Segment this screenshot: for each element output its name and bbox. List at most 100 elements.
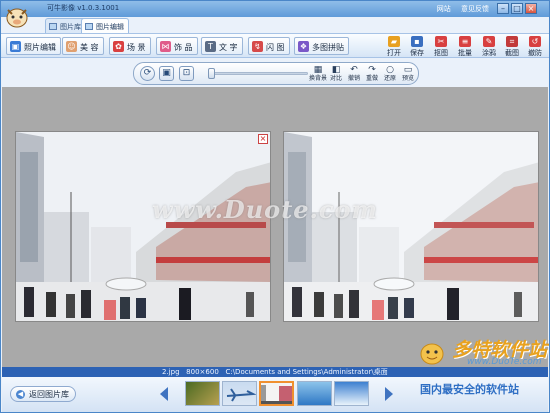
monitor-icon: ▣ <box>162 68 171 78</box>
photo-edit-label: 照片编辑 <box>24 43 56 52</box>
redo-icon: ↷ <box>368 65 376 75</box>
restore-icon: ○ <box>386 65 394 75</box>
image-canvas: × www.Duote.com 多特软件站 www.DuoTe.com <box>2 87 548 367</box>
cutout-icon: ✂ <box>435 36 447 47</box>
text-label: 文 字 <box>219 43 238 52</box>
tab-photo-edit-label: 图片编辑 <box>96 23 124 31</box>
flash-button[interactable]: ↯ 闪 图 <box>248 37 290 55</box>
open-label: 打开 <box>387 49 401 57</box>
back-to-gallery-button[interactable]: ◀ 返回图片库 <box>10 386 76 402</box>
thumbnail-bar: ◀ 返回图片库 国内最安全的软件站 <box>2 377 548 412</box>
app-window: 可牛影像 v1.0.3.1001 网站 意见反馈 – □ × 图片库 图片编辑 … <box>0 0 550 413</box>
thumb-blue-banner[interactable] <box>334 381 369 406</box>
text-button[interactable]: T 文 字 <box>201 37 243 55</box>
accessory-button[interactable]: ⋈ 饰 品 <box>156 37 198 55</box>
thumb-blue-wave[interactable] <box>297 381 332 406</box>
thumb-airplane[interactable] <box>222 381 257 406</box>
change-background-icon: ▦ <box>313 65 323 75</box>
edited-street-photo <box>284 132 538 321</box>
brand-logo: 多特软件站 www.DuoTe.com <box>417 335 547 367</box>
doodle-icon: ✎ <box>483 36 495 47</box>
maximize-button[interactable]: □ <box>511 3 523 14</box>
scene-label: 场 景 <box>127 43 146 52</box>
fit-screen-button[interactable]: ▣ <box>159 66 174 81</box>
mascot-icon <box>420 343 444 365</box>
flash-label: 闪 图 <box>266 43 285 52</box>
preview-icon: ▭ <box>403 65 413 75</box>
website-link[interactable]: 网站 <box>437 5 451 13</box>
airplane-icon <box>226 388 256 402</box>
accessory-label: 饰 品 <box>174 43 193 52</box>
photo-edit-button[interactable]: ▣ 照片编辑 <box>6 37 61 55</box>
back-to-gallery-label: 返回图片库 <box>29 390 69 399</box>
street-thumb-image <box>261 385 292 404</box>
title-bar: 可牛影像 v1.0.3.1001 网站 意见反馈 – □ × <box>1 1 549 17</box>
undo-all-icon: ↺ <box>529 36 541 47</box>
photo-edit-icon: ▣ <box>10 41 21 52</box>
app-logo-icon <box>6 8 28 28</box>
gallery-icon <box>49 23 57 30</box>
save-label: 保存 <box>410 49 424 57</box>
tab-gallery[interactable]: 图片库 <box>45 18 86 34</box>
change-background-label: 换背景 <box>309 75 328 82</box>
open-icon: ▰ <box>388 36 400 47</box>
doodle-label: 涂鸦 <box>482 49 496 57</box>
thumb-street[interactable] <box>259 381 294 406</box>
minimize-button[interactable]: – <box>497 3 509 14</box>
thumb-green-field[interactable] <box>185 381 220 406</box>
status-bar: 2.jpg 800×600 C:\Documents and Settings\… <box>2 367 548 377</box>
actual-size-button[interactable]: ⊡ <box>179 66 194 81</box>
close-photo-icon[interactable]: × <box>258 134 268 144</box>
tab-photo-edit[interactable]: 图片编辑 <box>81 18 129 34</box>
zoom-slider-track[interactable] <box>210 72 308 75</box>
undo-all-label: 撤防 <box>528 49 542 57</box>
restore-label: 还原 <box>383 75 396 82</box>
screenshot-label: 截图 <box>505 49 519 57</box>
screenshot-button[interactable]: ⌗ 截图 <box>501 36 523 58</box>
compare-label: 对比 <box>329 75 342 82</box>
edited-photo <box>283 131 539 322</box>
window-links: 网站 意见反馈 <box>429 4 489 14</box>
doodle-button[interactable]: ✎ 涂鸦 <box>478 36 500 58</box>
close-button[interactable]: × <box>525 3 537 14</box>
compare-button[interactable]: ◧ 对比 <box>327 65 345 84</box>
undo-icon: ↶ <box>350 65 358 75</box>
beauty-label: 美 容 <box>80 43 99 52</box>
actual-size-icon: ⊡ <box>182 68 191 78</box>
redo-label: 重做 <box>365 75 378 82</box>
feedback-link[interactable]: 意见反馈 <box>461 5 489 13</box>
restore-button[interactable]: ○ 还原 <box>381 65 399 84</box>
original-photo[interactable]: × <box>15 131 271 322</box>
rotate-button[interactable]: ⟳ <box>140 66 155 81</box>
cutout-button[interactable]: ✂ 抠图 <box>430 36 452 58</box>
collage-label: 多图拼贴 <box>312 43 344 52</box>
undo-button[interactable]: ↶ 撤销 <box>345 65 363 84</box>
beauty-button[interactable]: ☺ 美 容 <box>62 37 104 55</box>
edit-toolbar: ⟳ ▣ ⊡ ▦ 换背景 ◧ 对比 ↶ 撤销 ↷ 重做 ○ 还原 ▭ 预览 <box>133 62 419 85</box>
original-street-photo <box>16 132 270 321</box>
preview-button[interactable]: ▭ 预览 <box>399 65 417 84</box>
collage-button[interactable]: ❖ 多图拼贴 <box>294 37 349 55</box>
flash-icon: ↯ <box>252 41 263 52</box>
zoom-slider-thumb[interactable] <box>208 68 215 79</box>
tab-gallery-label: 图片库 <box>60 23 81 31</box>
next-arrow-icon[interactable] <box>385 387 393 401</box>
prev-arrow-icon[interactable] <box>160 387 168 401</box>
face-icon: ☺ <box>66 41 77 52</box>
save-icon: ▪ <box>411 36 423 47</box>
redo-button[interactable]: ↷ 重做 <box>363 65 381 84</box>
slogan-text: 国内最安全的软件站 <box>420 383 519 396</box>
batch-icon: ≡ <box>459 36 471 47</box>
photo-edit-tab-icon <box>85 23 93 30</box>
open-button[interactable]: ▰ 打开 <box>383 36 405 58</box>
batch-button[interactable]: ≡ 批量 <box>454 36 476 58</box>
change-background-button[interactable]: ▦ 换背景 <box>309 65 327 84</box>
save-button[interactable]: ▪ 保存 <box>406 36 428 58</box>
rotate-icon: ⟳ <box>143 68 152 78</box>
scene-button[interactable]: ✿ 场 景 <box>109 37 151 55</box>
watermark-text: www.Duote.com <box>152 195 378 224</box>
brand-site: www.DuoTe.com <box>467 357 542 367</box>
back-arrow-icon: ◀ <box>16 390 25 399</box>
undo-all-button[interactable]: ↺ 撤防 <box>524 36 546 58</box>
batch-label: 批量 <box>458 49 472 57</box>
